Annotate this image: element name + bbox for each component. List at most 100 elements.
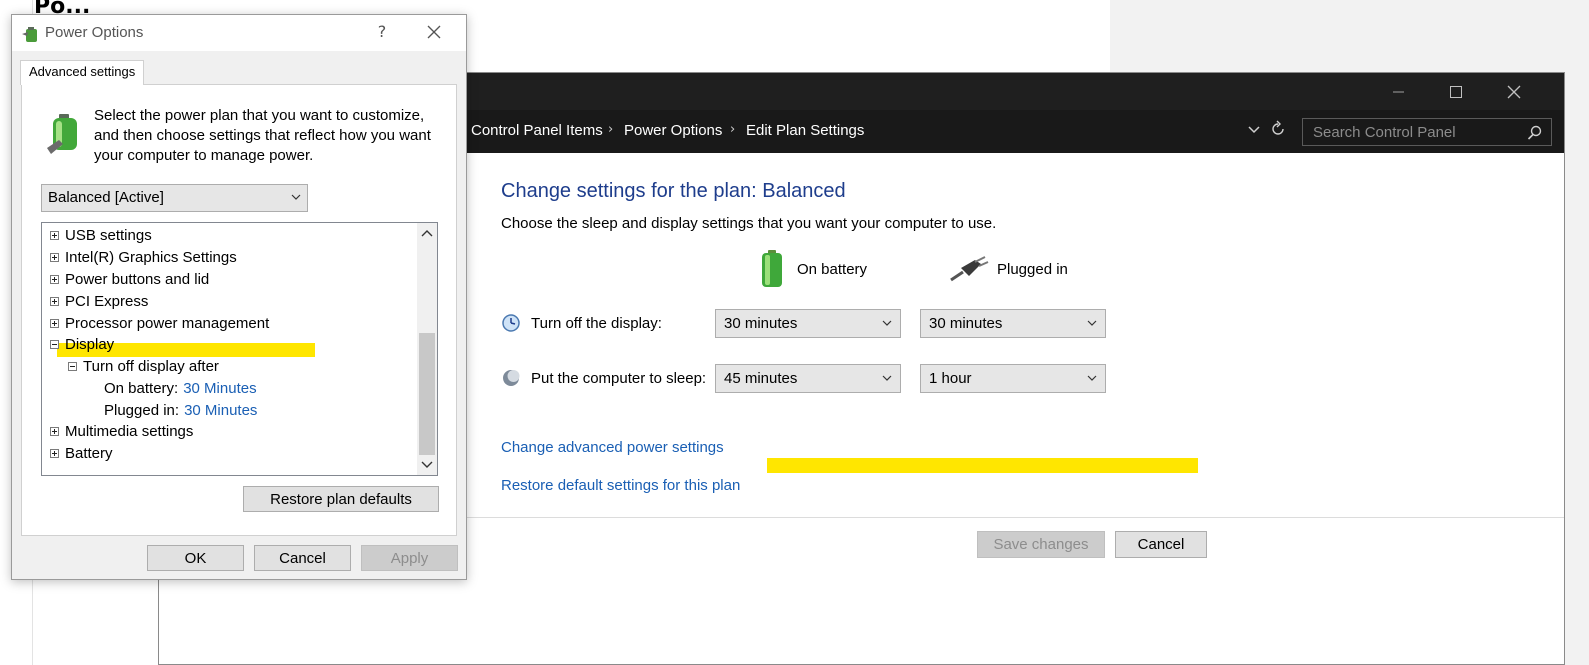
on-battery-value-link[interactable]: 30 Minutes: [183, 380, 256, 397]
expand-icon[interactable]: [50, 296, 59, 306]
tree-item-label: Battery: [65, 444, 113, 462]
collapse-icon[interactable]: [50, 339, 59, 349]
sleep-moon-icon: [503, 370, 520, 386]
tree-item-intel-graphics[interactable]: Intel(R) Graphics Settings: [50, 246, 237, 268]
tree-item-plugged-in[interactable]: Plugged in: 30 Minutes: [104, 399, 257, 421]
dialog-cancel-button[interactable]: Cancel: [254, 545, 351, 571]
refresh-icon[interactable]: [1269, 120, 1287, 138]
ok-button[interactable]: OK: [147, 545, 244, 571]
tree-item-display[interactable]: Display: [50, 333, 114, 355]
sleep-plugged-in-select[interactable]: 1 hour: [920, 364, 1106, 393]
tree-item-label: Turn off display after: [83, 357, 219, 375]
expand-icon[interactable]: [50, 318, 59, 328]
tree-item-label: PCI Express: [65, 292, 149, 310]
power-plan-selected: Balanced [Active]: [48, 189, 164, 206]
dialog-titlebar: Power Options ?: [12, 15, 466, 51]
help-button[interactable]: ?: [372, 22, 392, 41]
column-on-battery: On battery: [757, 249, 867, 289]
tree-item-label: On battery:: [104, 379, 179, 397]
settings-tree[interactable]: USB settings Intel(R) Graphics Settings …: [41, 222, 438, 476]
display-plugged-in-value: 30 minutes: [929, 315, 1003, 332]
expand-icon[interactable]: [50, 274, 59, 284]
minimize-button[interactable]: [1376, 73, 1422, 110]
tree-item-power-buttons[interactable]: Power buttons and lid: [50, 268, 209, 290]
battery-icon: [762, 250, 782, 287]
tree-item-turn-off-display-after[interactable]: Turn off display after: [68, 355, 219, 377]
tab-advanced-settings[interactable]: Advanced settings: [20, 60, 145, 85]
column-plugged-in-label: Plugged in: [997, 260, 1068, 278]
tree-item-label: Plugged in:: [104, 401, 180, 419]
expand-icon[interactable]: [50, 426, 59, 436]
chevron-down-icon: [291, 194, 301, 200]
change-advanced-power-settings-link[interactable]: Change advanced power settings: [501, 439, 724, 456]
sleep-row: Put the computer to sleep:: [501, 368, 706, 388]
sleep-on-battery-select[interactable]: 45 minutes: [715, 364, 901, 393]
scrollbar-thumb[interactable]: [419, 333, 435, 455]
tree-item-usb-settings[interactable]: USB settings: [50, 224, 152, 246]
power-options-app-icon: [22, 27, 37, 42]
maximize-button[interactable]: [1433, 73, 1479, 110]
tree-scrollbar[interactable]: [417, 223, 437, 475]
window-close-button[interactable]: [1491, 73, 1537, 110]
tree-item-pci-express[interactable]: PCI Express: [50, 290, 148, 312]
power-plug-icon: [950, 256, 989, 282]
yellow-highlight-mark: [767, 458, 1198, 473]
sleep-plugged-in-value: 1 hour: [929, 370, 972, 387]
dialog-close-icon[interactable]: [427, 25, 441, 39]
maximize-icon: [1450, 85, 1462, 98]
power-options-dialog: Power Options ? Advanced settings Select…: [11, 14, 467, 580]
restore-plan-defaults-button[interactable]: Restore plan defaults: [243, 486, 439, 512]
chevron-down-icon: [1087, 375, 1097, 381]
battery-plug-icon: [47, 114, 77, 154]
chevron-down-icon: [882, 320, 892, 326]
tree-item-label: Multimedia settings: [65, 422, 194, 440]
cancel-button[interactable]: Cancel: [1115, 531, 1207, 558]
display-on-battery-value: 30 minutes: [724, 315, 798, 332]
sleep-label: Put the computer to sleep:: [531, 369, 707, 387]
collapse-icon[interactable]: [68, 361, 77, 371]
display-icon: [502, 314, 520, 332]
apply-button[interactable]: Apply: [361, 545, 458, 571]
page-description: Choose the sleep and display settings th…: [501, 215, 997, 232]
tree-item-on-battery[interactable]: On battery: 30 Minutes: [104, 377, 257, 399]
minimize-icon: [1393, 91, 1404, 92]
breadcrumb-power-options[interactable]: Power Options: [624, 122, 722, 139]
page-title: Change settings for the plan: Balanced: [501, 180, 846, 202]
tree-item-processor-power[interactable]: Processor power management: [50, 312, 269, 334]
breadcrumb-control-panel-items[interactable]: Control Panel Items: [471, 122, 603, 139]
expand-icon[interactable]: [50, 448, 59, 458]
scroll-up-icon[interactable]: [421, 229, 433, 237]
turn-off-display-label: Turn off the display:: [531, 314, 662, 332]
tree-item-label: Intel(R) Graphics Settings: [65, 248, 237, 266]
plugged-in-value-link[interactable]: 30 Minutes: [184, 402, 257, 419]
chevron-down-icon: [882, 375, 892, 381]
tree-item-label: USB settings: [65, 226, 152, 244]
breadcrumb-edit-plan-settings[interactable]: Edit Plan Settings: [746, 122, 864, 139]
search-placeholder: Search Control Panel: [1313, 124, 1456, 141]
scroll-down-icon[interactable]: [421, 461, 433, 469]
tree-item-battery[interactable]: Battery: [50, 442, 113, 464]
expand-icon[interactable]: [50, 230, 59, 240]
tree-item-label: Processor power management: [65, 314, 270, 332]
turn-off-display-row: Turn off the display:: [501, 313, 662, 333]
dialog-title: Power Options: [45, 24, 144, 41]
breadcrumb-separator-icon: ›: [730, 122, 736, 137]
save-changes-button[interactable]: Save changes: [977, 531, 1105, 558]
sleep-on-battery-value: 45 minutes: [724, 370, 798, 387]
column-plugged-in: Plugged in: [949, 249, 1068, 289]
display-on-battery-select[interactable]: 30 minutes: [715, 309, 901, 338]
tree-item-label: Display: [65, 335, 115, 353]
restore-default-settings-link[interactable]: Restore default settings for this plan: [501, 477, 740, 494]
search-icon[interactable]: [1527, 125, 1543, 141]
display-plugged-in-select[interactable]: 30 minutes: [920, 309, 1106, 338]
tree-item-multimedia[interactable]: Multimedia settings: [50, 420, 193, 442]
address-dropdown-icon[interactable]: [1247, 122, 1261, 136]
power-plan-select[interactable]: Balanced [Active]: [41, 184, 308, 212]
breadcrumb-separator-icon: ›: [608, 122, 614, 137]
close-icon: [1507, 85, 1521, 98]
dialog-intro-text: Select the power plan that you want to c…: [94, 107, 431, 164]
expand-icon[interactable]: [50, 252, 59, 262]
column-on-battery-label: On battery: [797, 260, 868, 278]
tree-item-label: Power buttons and lid: [65, 270, 210, 288]
search-input[interactable]: Search Control Panel: [1302, 118, 1552, 146]
